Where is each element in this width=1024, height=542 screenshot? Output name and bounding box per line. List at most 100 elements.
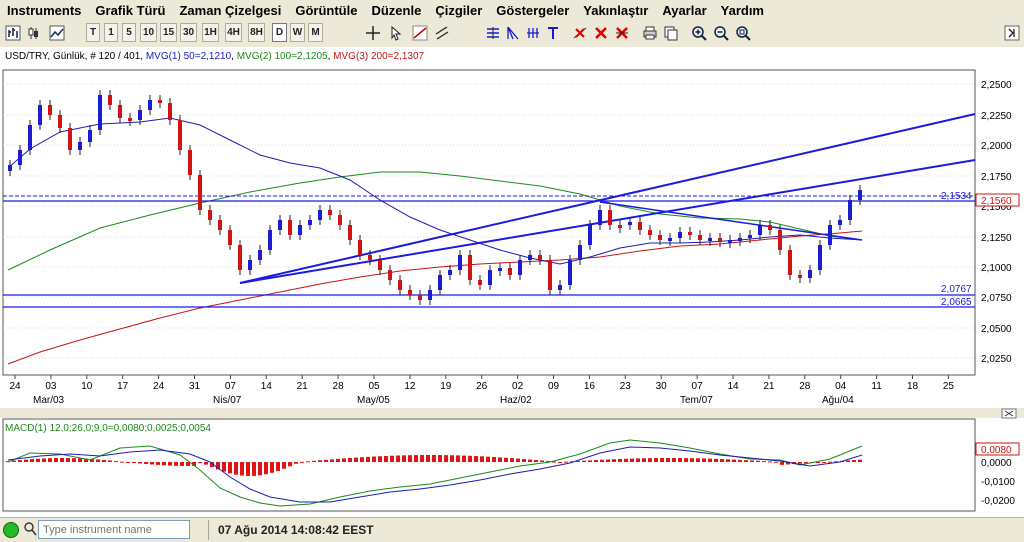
macd-bar <box>630 458 634 462</box>
date-axis: 24 03 10 17 24 31 07 14 21 28 05 12 19 26 02 09 16 23 30 07… <box>9 375 954 392</box>
macd-axis-label: -0,0100 <box>981 477 1015 488</box>
zoom-out-icon[interactable] <box>711 23 731 43</box>
delete-all-icon[interactable] <box>612 23 632 43</box>
macd-bar <box>144 462 148 464</box>
macd-bar <box>612 459 616 462</box>
date-tick-label: 24 <box>153 381 165 392</box>
menu-edit[interactable]: Düzenle <box>364 3 428 18</box>
macd-bar <box>582 460 586 462</box>
parallel-icon[interactable] <box>432 23 452 43</box>
macd-bar <box>774 461 778 463</box>
collapse-panel-icon[interactable] <box>1002 23 1022 43</box>
zoom-fit-icon[interactable] <box>733 23 753 43</box>
symbol-label: USD/TRY <box>5 51 49 62</box>
candle-body <box>198 175 202 210</box>
candle-body <box>258 250 262 260</box>
delete-line-icon[interactable] <box>570 23 590 43</box>
macd-bar <box>24 459 28 462</box>
price-label: 2,1000 <box>981 263 1012 274</box>
timeframe-tick[interactable]: T <box>86 23 100 42</box>
date-tick-label: 24 <box>9 381 21 392</box>
timeframe-8h[interactable]: 8H <box>248 23 265 42</box>
macd-bar <box>348 458 352 462</box>
chart-pane[interactable]: USD/TRY, Günlük, # 120 / 401, MVG(1) 50=… <box>0 47 1024 517</box>
candle-body <box>138 110 142 120</box>
line-chart-icon[interactable] <box>47 23 67 43</box>
candle-body <box>638 222 642 230</box>
macd-bar <box>240 462 244 476</box>
month-label: Mar/03 <box>33 395 65 406</box>
arc-icon[interactable] <box>523 23 543 43</box>
candle-body <box>468 255 472 280</box>
menu-lines[interactable]: Çizgiler <box>428 3 489 18</box>
macd-bar <box>66 458 70 462</box>
macd-bar <box>48 458 52 462</box>
menu-zoom[interactable]: Yakınlaştır <box>576 3 655 18</box>
macd-bar <box>534 459 538 462</box>
cursor-icon[interactable] <box>386 23 406 43</box>
menu-indicators[interactable]: Göstergeler <box>489 3 576 18</box>
macd-bar <box>156 462 160 465</box>
timeframe-10m[interactable]: 10 <box>140 23 157 42</box>
macd-bar <box>726 459 730 462</box>
candle-body <box>858 190 862 200</box>
timeframe-1m[interactable]: 1 <box>104 23 118 42</box>
candle-body <box>328 210 332 215</box>
timeframe-30m[interactable]: 30 <box>180 23 197 42</box>
search-instrument-icon[interactable] <box>23 521 37 537</box>
macd-bar <box>852 460 856 462</box>
pane-splitter[interactable] <box>0 408 1024 418</box>
timeframe-15m[interactable]: 15 <box>160 23 177 42</box>
macd-bar <box>474 456 478 462</box>
menu-view[interactable]: Görüntüle <box>288 3 364 18</box>
menu-help[interactable]: Yardım <box>714 3 771 18</box>
trendline-icon[interactable] <box>410 23 430 43</box>
print-icon[interactable] <box>640 23 660 43</box>
text-icon[interactable] <box>543 23 563 43</box>
macd-bar <box>450 455 454 462</box>
candle-body <box>388 270 392 280</box>
crosshair-icon[interactable] <box>363 23 383 43</box>
zoom-in-icon[interactable] <box>689 23 709 43</box>
macd-bar <box>258 462 262 476</box>
candle-body <box>368 255 372 260</box>
timeframe-daily[interactable]: D <box>272 23 287 42</box>
candle-body <box>118 105 122 118</box>
candle-body <box>518 260 522 275</box>
date-tick-label: 28 <box>799 381 811 392</box>
macd-bar <box>660 458 664 462</box>
ma2-label: MVG(2) 100=2,1205 <box>237 51 328 62</box>
candle-body <box>708 238 712 241</box>
macd-bar <box>636 458 640 462</box>
macd-bar <box>690 458 694 462</box>
timeframe-5m[interactable]: 5 <box>122 23 136 42</box>
delete-icon[interactable] <box>591 23 611 43</box>
menu-settings[interactable]: Ayarlar <box>655 3 713 18</box>
fib-icon[interactable] <box>483 23 503 43</box>
timeframe-1h[interactable]: 1H <box>202 23 219 42</box>
date-tick-label: 28 <box>333 381 345 392</box>
timeframe-monthly[interactable]: M <box>308 23 323 42</box>
menu-instruments[interactable]: Instruments <box>0 3 88 18</box>
candle-body <box>808 270 812 278</box>
candle-body <box>768 225 772 230</box>
instrument-search-input[interactable] <box>38 520 190 539</box>
menu-timeframe[interactable]: Zaman Çizelgesi <box>172 3 288 18</box>
macd-bar <box>396 455 400 462</box>
fan-icon[interactable] <box>503 23 523 43</box>
macd-bar <box>408 455 412 462</box>
candle-chart-icon[interactable] <box>25 23 45 43</box>
connection-status-icon <box>3 522 19 538</box>
candle-body <box>728 240 732 243</box>
macd-bar <box>822 462 826 463</box>
timeframe-4h[interactable]: 4H <box>225 23 242 42</box>
menu-chart-type[interactable]: Grafik Türü <box>88 3 172 18</box>
bar-chart-icon[interactable] <box>3 23 23 43</box>
timeframe-weekly[interactable]: W <box>290 23 305 42</box>
candle-body <box>18 150 22 165</box>
macd-bar <box>750 460 754 462</box>
candle-body <box>718 238 722 242</box>
candle-body <box>48 105 52 115</box>
macd-bar <box>384 455 388 462</box>
copy-icon[interactable] <box>661 23 681 43</box>
